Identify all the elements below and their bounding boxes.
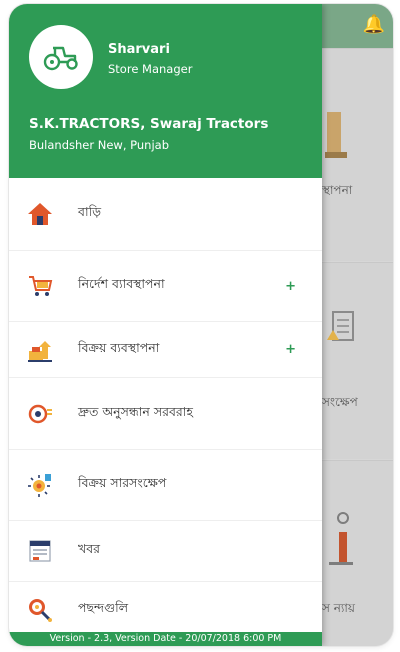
quick-search-icon [26,400,54,428]
sales-icon [26,336,54,364]
store-location: Bulandsher New, Punjab [29,138,169,152]
navigation-drawer: Sharvari Store Manager S.K.TRACTORS, Swa… [9,4,322,646]
menu-item-news[interactable]: খবর [9,521,322,582]
home-icon [26,200,54,228]
menu-item-sales-summary[interactable]: বিক্রয় সারসংক্ষেপ [9,450,322,521]
store-name: S.K.TRACTORS, Swaraj Tractors [29,116,269,132]
user-name: Sharvari [108,42,170,57]
drawer-header: Sharvari Store Manager S.K.TRACTORS, Swa… [9,4,322,178]
background-tile-icon [325,112,347,158]
menu-item-order-management[interactable]: নির্দেশ ব্যাবস্থাপনা + [9,251,322,322]
menu-item-sales-management[interactable]: বিক্রয় ব্যবস্থাপনা + [9,322,322,378]
news-icon [26,537,54,565]
menu-label: নির্দেশ ব্যাবস্থাপনা [78,276,165,291]
drawer-menu: বাড়ি নির্দেশ ব্যাবস্থাপনা + বিক্রয় ব্য… [9,178,322,638]
version-footer: Version - 2.3, Version Date - 20/07/2018… [9,632,322,646]
cart-icon [26,272,54,300]
expand-plus-icon[interactable]: + [285,342,296,357]
avatar[interactable] [29,25,93,89]
background-tile-icon [327,311,354,341]
bell-icon[interactable]: 🔔 [363,14,385,35]
menu-item-preferences[interactable]: পছন্দগুলি [9,582,322,638]
background-tile-label: সংক্ষেপ [322,395,358,409]
preferences-icon [26,596,54,624]
summary-icon [26,471,54,499]
background-tile-label: স ন্যায় [322,601,355,615]
menu-label: দ্রুত অনুসন্ধান সরবরাহ [78,403,194,419]
user-role: Store Manager [108,62,193,76]
phone-screen: 🔔 স্থাপনা সংক্ষেপ স ন্যায় Sharvari Stor… [9,4,393,646]
expand-plus-icon[interactable]: + [285,279,296,294]
tractor-icon [43,46,78,71]
menu-label: বিক্রয় ব্যবস্থাপনা [78,339,160,355]
menu-item-quick-search[interactable]: দ্রুত অনুসন্ধান সরবরাহ [9,378,322,450]
menu-label: বাড়ি [78,204,102,219]
menu-label: খবর [78,541,101,556]
menu-item-home[interactable]: বাড়ি [9,178,322,251]
menu-label: বিক্রয় সারসংক্ষেপ [78,475,167,490]
background-tile [322,262,393,459]
menu-label: পছন্দগুলি [78,600,129,615]
background-tile-icon [329,512,353,565]
background-tile-label: স্থাপনা [322,183,353,197]
